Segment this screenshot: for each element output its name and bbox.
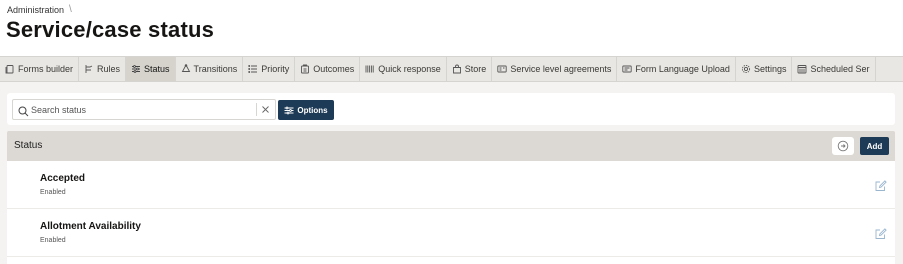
tab-label: Forms builder xyxy=(18,64,74,74)
tab-label: Store xyxy=(464,64,487,74)
options-icon xyxy=(284,106,294,114)
tab-bar: Forms builder Rules Status Transitions P… xyxy=(0,56,903,82)
search-input[interactable] xyxy=(31,101,251,118)
tab-store[interactable]: Store xyxy=(447,57,493,81)
list-item[interactable]: Allotment Availability Enabled xyxy=(7,209,895,257)
tab-label: Scheduled Ser xyxy=(810,64,870,74)
status-name: Accepted xyxy=(40,173,86,184)
tab-priority[interactable]: Priority xyxy=(243,57,296,81)
tab-quick-response[interactable]: Quick response xyxy=(360,57,447,81)
tab-transitions[interactable]: Transitions xyxy=(176,57,244,81)
settings-icon xyxy=(741,64,751,74)
tab-label: Rules xyxy=(97,64,121,74)
tab-label: Form Language Upload xyxy=(635,64,730,74)
tab-label: Priority xyxy=(261,64,290,74)
scheduled-icon xyxy=(797,64,807,74)
tab-rules[interactable]: Rules xyxy=(79,57,127,81)
tab-label: Transitions xyxy=(193,64,238,74)
outcomes-icon xyxy=(300,64,310,74)
list-header: Status Add xyxy=(7,131,895,161)
status-list: Accepted Enabled Allotment Availability … xyxy=(7,161,895,264)
tab-label: Quick response xyxy=(378,64,441,74)
transitions-icon xyxy=(181,64,191,74)
language-upload-icon xyxy=(622,64,633,74)
tab-forms-builder[interactable]: Forms builder xyxy=(0,57,80,81)
tab-label: Status xyxy=(144,64,170,74)
reorder-button[interactable] xyxy=(832,137,854,155)
search-toolbar: Options xyxy=(7,93,895,125)
circle-arrow-icon xyxy=(837,140,849,152)
search-divider xyxy=(256,103,257,116)
tab-scheduled[interactable]: Scheduled Ser xyxy=(792,57,876,81)
search-icon xyxy=(18,104,29,117)
tab-label: Outcomes xyxy=(313,64,355,74)
page-header: Administration \ Service/case status xyxy=(0,0,903,56)
list-item[interactable]: Accepted Enabled xyxy=(7,161,895,209)
sla-icon xyxy=(497,64,507,74)
tab-status[interactable]: Status xyxy=(126,57,176,81)
breadcrumb-item-administration[interactable]: Administration xyxy=(7,5,64,15)
tab-outcomes[interactable]: Outcomes xyxy=(295,57,361,81)
tab-service-level-agreements[interactable]: Service level agreements xyxy=(492,57,618,81)
forms-icon xyxy=(5,64,15,74)
status-state: Enabled xyxy=(40,237,66,244)
clear-icon[interactable] xyxy=(259,102,271,117)
breadcrumb-separator: \ xyxy=(69,4,72,15)
quick-response-icon xyxy=(365,64,375,74)
tab-settings[interactable]: Settings xyxy=(736,57,793,81)
list-title: Status xyxy=(14,140,43,151)
store-icon xyxy=(452,64,462,74)
search-box xyxy=(12,99,276,120)
tab-label: Service level agreements xyxy=(510,64,612,74)
add-button[interactable]: Add xyxy=(860,137,889,155)
options-label: Options xyxy=(297,105,328,115)
status-icon xyxy=(131,64,141,74)
status-name: Allotment Availability xyxy=(40,221,141,232)
page-title: Service/case status xyxy=(6,17,215,42)
rules-icon xyxy=(84,64,94,74)
status-state: Enabled xyxy=(40,189,66,196)
breadcrumb: Administration \ xyxy=(7,4,72,15)
edit-icon[interactable] xyxy=(875,179,887,191)
edit-icon[interactable] xyxy=(875,227,887,239)
tab-label: Settings xyxy=(753,64,787,74)
tab-form-language-upload[interactable]: Form Language Upload xyxy=(617,57,736,81)
priority-icon xyxy=(248,64,258,74)
options-button[interactable]: Options xyxy=(278,100,334,120)
